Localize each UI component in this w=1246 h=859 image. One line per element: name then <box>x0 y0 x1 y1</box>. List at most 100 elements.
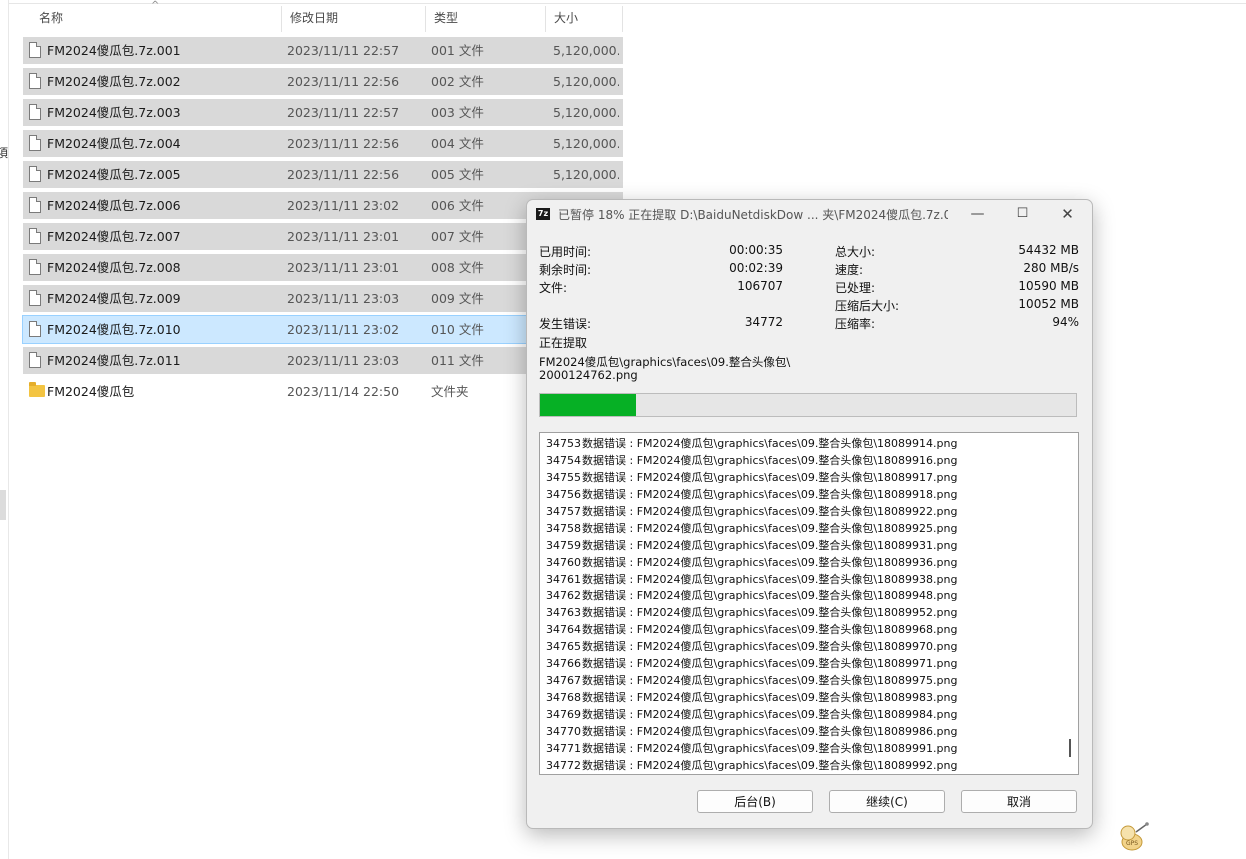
file-type: 002 文件 <box>431 74 484 89</box>
log-entry-number: 34763 <box>546 606 581 620</box>
log-entry-text: 数据错误 : FM2024傻瓜包\graphics\faces\09.整合头像包… <box>582 437 958 450</box>
column-header-bar: ^ 名称 修改日期 类型 大小 <box>23 0 623 32</box>
elapsed-time-label: 已用时间: <box>539 245 592 259</box>
file-list-view: ^ 名称 修改日期 类型 大小 FM2024傻瓜包.7z.001 2023/11… <box>22 0 624 399</box>
log-entry: 34755数据错误 : FM2024傻瓜包\graphics\faces\09.… <box>546 469 1056 486</box>
log-entry: 34754数据错误 : FM2024傻瓜包\graphics\faces\09.… <box>546 452 1056 469</box>
file-date: 2023/11/11 22:56 <box>287 74 400 89</box>
column-header-name[interactable]: 名称 <box>23 6 281 32</box>
background-button[interactable]: 后台(B) <box>697 790 813 813</box>
file-date: 2023/11/11 22:56 <box>287 167 400 182</box>
file-type: 004 文件 <box>431 136 484 151</box>
file-name: FM2024傻瓜包.7z.009 <box>47 291 181 306</box>
log-entry-number: 34753 <box>546 437 581 450</box>
nav-pane-scrollbar[interactable] <box>0 490 6 520</box>
remaining-time-label: 剩余时间: <box>539 263 592 277</box>
file-name: FM2024傻瓜包.7z.003 <box>47 105 181 120</box>
log-entry: 34764数据错误 : FM2024傻瓜包\graphics\faces\09.… <box>546 621 1056 638</box>
dialog-titlebar[interactable]: 7z 已暂停 18% 正在提取 D:\BaiduNetdiskDow ... 夹… <box>527 200 1092 230</box>
file-size: 5,120,000... <box>553 136 619 151</box>
log-entry: 34772数据错误 : FM2024傻瓜包\graphics\faces\09.… <box>546 757 1056 774</box>
file-type: 011 文件 <box>431 353 484 368</box>
log-entry-text: 数据错误 : FM2024傻瓜包\graphics\faces\09.整合头像包… <box>582 589 958 603</box>
log-entry-number: 34764 <box>546 623 581 637</box>
current-path-line2: 2000124762.png <box>539 368 638 382</box>
continue-button[interactable]: 继续(C) <box>829 790 945 813</box>
log-entry-number: 34768 <box>546 691 581 705</box>
file-row[interactable]: FM2024傻瓜包.7z.004 2023/11/11 22:56 004 文件… <box>23 130 623 157</box>
column-header-size[interactable]: 大小 <box>545 6 623 32</box>
total-size-label: 总大小: <box>835 245 876 259</box>
file-size: 5,120,000... <box>553 105 619 120</box>
log-entry-number: 34759 <box>546 538 581 552</box>
log-entry: 34759数据错误 : FM2024傻瓜包\graphics\faces\09.… <box>546 537 1056 554</box>
file-row[interactable]: FM2024傻瓜包.7z.003 2023/11/11 22:57 003 文件… <box>23 99 623 126</box>
elapsed-time-value: 00:00:35 <box>729 243 783 257</box>
file-icon <box>29 352 41 368</box>
log-scrollbar[interactable] <box>1062 433 1078 774</box>
tray-sprite-icon[interactable]: GPS <box>1114 818 1150 854</box>
extracting-label: 正在提取 <box>539 336 588 350</box>
log-entry-text: 数据错误 : FM2024傻瓜包\graphics\faces\09.整合头像包… <box>582 708 958 721</box>
log-entry: 34756数据错误 : FM2024傻瓜包\graphics\faces\09.… <box>546 486 1056 503</box>
files-label: 文件: <box>539 281 568 295</box>
file-date: 2023/11/11 23:03 <box>287 291 400 306</box>
file-row[interactable]: FM2024傻瓜包.7z.001 2023/11/11 22:57 001 文件… <box>23 37 623 64</box>
close-button[interactable]: ✕ <box>1045 200 1090 230</box>
file-date: 2023/11/11 23:02 <box>287 322 400 337</box>
speed-label: 速度: <box>835 263 864 277</box>
log-entry-number: 34769 <box>546 708 581 721</box>
file-row[interactable]: FM2024傻瓜包.7z.005 2023/11/11 22:56 005 文件… <box>23 161 623 188</box>
file-date: 2023/11/11 22:56 <box>287 136 400 151</box>
file-name: FM2024傻瓜包.7z.007 <box>47 229 181 244</box>
log-entry-text: 数据错误 : FM2024傻瓜包\graphics\faces\09.整合头像包… <box>582 538 958 552</box>
file-type: 010 文件 <box>431 322 484 337</box>
log-entry-text: 数据错误 : FM2024傻瓜包\graphics\faces\09.整合头像包… <box>582 640 958 654</box>
errors-label: 发生错误: <box>539 317 592 331</box>
log-scroll-thumb[interactable] <box>1069 739 1071 757</box>
folder-date: 2023/11/14 22:50 <box>287 384 400 399</box>
file-type: 006 文件 <box>431 198 484 213</box>
log-entry-number: 34767 <box>546 674 581 688</box>
file-type: 003 文件 <box>431 105 484 120</box>
file-name: FM2024傻瓜包.7z.010 <box>47 322 181 337</box>
log-entry-number: 34766 <box>546 657 581 671</box>
file-date: 2023/11/11 23:01 <box>287 260 400 275</box>
folder-icon <box>29 382 45 397</box>
file-name: FM2024傻瓜包.7z.008 <box>47 260 181 275</box>
compression-ratio-value: 94% <box>1052 315 1079 329</box>
cancel-button[interactable]: 取消 <box>961 790 1077 813</box>
column-header-type[interactable]: 类型 <box>425 6 545 32</box>
minimize-button[interactable]: — <box>955 200 1000 230</box>
dialog-title: 已暂停 18% 正在提取 D:\BaiduNetdiskDow ... 夹\FM… <box>558 208 948 222</box>
file-name: FM2024傻瓜包.7z.011 <box>47 353 181 368</box>
column-header-date[interactable]: 修改日期 <box>281 6 425 32</box>
file-icon <box>29 290 41 306</box>
error-log-list[interactable]: 34753数据错误 : FM2024傻瓜包\graphics\faces\09.… <box>539 432 1079 775</box>
7zip-icon: 7z <box>536 208 550 220</box>
log-entry-number: 34758 <box>546 521 581 535</box>
log-entry: 34760数据错误 : FM2024傻瓜包\graphics\faces\09.… <box>546 554 1056 571</box>
log-entry: 34769数据错误 : FM2024傻瓜包\graphics\faces\09.… <box>546 706 1056 723</box>
file-date: 2023/11/11 23:02 <box>287 198 400 213</box>
file-row[interactable]: FM2024傻瓜包.7z.002 2023/11/11 22:56 002 文件… <box>23 68 623 95</box>
file-name: FM2024傻瓜包.7z.001 <box>47 43 181 58</box>
log-entry: 34763数据错误 : FM2024傻瓜包\graphics\faces\09.… <box>546 604 1056 621</box>
log-entry-number: 34772 <box>546 758 581 772</box>
file-date: 2023/11/11 22:57 <box>287 105 400 120</box>
file-size: 5,120,000... <box>553 167 619 182</box>
log-entry-text: 数据错误 : FM2024傻瓜包\graphics\faces\09.整合头像包… <box>582 470 958 484</box>
log-entry-text: 数据错误 : FM2024傻瓜包\graphics\faces\09.整合头像包… <box>582 572 958 586</box>
file-type: 005 文件 <box>431 167 484 182</box>
log-entry: 34765数据错误 : FM2024傻瓜包\graphics\faces\09.… <box>546 638 1056 655</box>
log-entry-number: 34756 <box>546 487 581 501</box>
navigation-pane-edge: 項 <box>0 0 9 859</box>
file-date: 2023/11/11 23:03 <box>287 353 400 368</box>
processed-label: 已处理: <box>835 281 876 295</box>
log-entry: 34770数据错误 : FM2024傻瓜包\graphics\faces\09.… <box>546 723 1056 740</box>
log-entry: 34766数据错误 : FM2024傻瓜包\graphics\faces\09.… <box>546 655 1056 672</box>
maximize-button[interactable]: ☐ <box>1000 200 1045 230</box>
log-entry-number: 34760 <box>546 555 581 569</box>
log-entry: 34762数据错误 : FM2024傻瓜包\graphics\faces\09.… <box>546 587 1056 604</box>
log-entry-text: 数据错误 : FM2024傻瓜包\graphics\faces\09.整合头像包… <box>582 606 958 620</box>
